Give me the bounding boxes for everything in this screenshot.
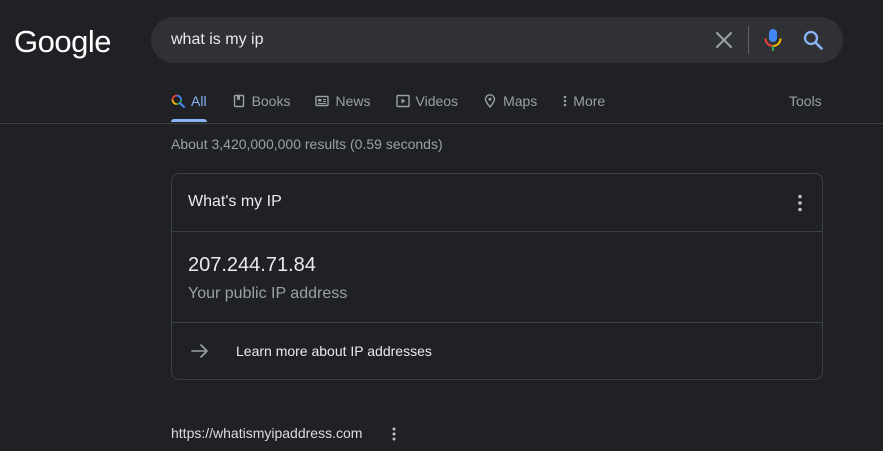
map-pin-icon [483,94,497,108]
tab-label: More [573,93,606,109]
clear-icon[interactable] [713,29,735,51]
tab-label: Maps [503,93,538,109]
tabs-divider [0,123,883,124]
search-icon [171,94,185,108]
search-tabs: All Books News Videos Maps More [171,86,630,123]
tab-books[interactable]: Books [232,86,291,116]
news-icon [315,94,330,108]
tab-news[interactable]: News [315,86,371,116]
tab-maps[interactable]: Maps [483,86,537,116]
whats-my-ip-card: What's my IP 207.244.71.84 Your public I… [171,173,823,380]
result-stats: About 3,420,000,000 results (0.59 second… [171,136,443,152]
tab-label: News [335,93,371,109]
google-logo[interactable]: Google [14,22,111,62]
learn-more-label: Learn more about IP addresses [236,343,432,359]
learn-more-link[interactable]: Learn more about IP addresses [172,323,822,380]
play-icon [395,94,410,108]
ip-address-value: 207.244.71.84 [188,254,316,276]
card-title: What's my IP [188,193,282,210]
more-vert-icon[interactable] [798,194,802,212]
tab-more[interactable]: More [562,86,605,116]
result-url[interactable]: https://whatismyipaddress.com [171,425,362,441]
tab-label: All [191,93,207,109]
tab-all[interactable]: All [171,86,207,122]
book-icon [232,94,246,108]
tab-label: Books [251,93,291,109]
more-vert-icon[interactable] [392,427,396,441]
search-icon[interactable] [802,29,824,51]
tools-button[interactable]: Tools [789,86,822,116]
card-header: What's my IP [172,174,822,232]
tab-label: Videos [415,93,459,109]
search-bar[interactable]: what is my ip [151,17,843,63]
microphone-icon[interactable] [763,28,783,52]
search-input[interactable]: what is my ip [171,17,691,63]
ip-address-caption: Your public IP address [188,285,348,302]
tab-videos[interactable]: Videos [395,86,459,116]
more-vert-icon [562,94,568,108]
search-bar-divider [748,26,749,54]
arrow-right-icon [190,341,210,361]
